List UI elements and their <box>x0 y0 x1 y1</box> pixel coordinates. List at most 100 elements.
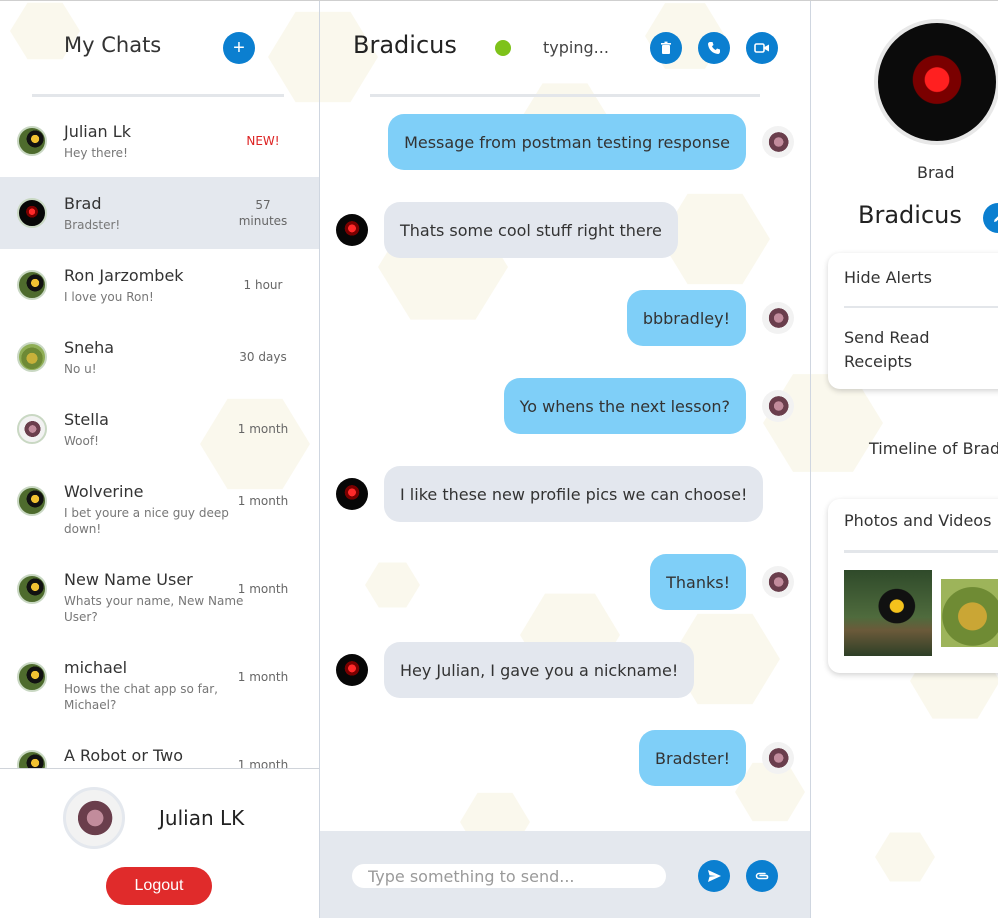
chat-preview: I bet youre a nice guy deep down! <box>64 506 229 536</box>
logout-button[interactable]: Logout <box>106 867 212 905</box>
chat-time: 1 month <box>237 494 289 508</box>
divider <box>32 94 284 97</box>
edit-nickname-button[interactable] <box>983 203 998 233</box>
pencil-icon <box>994 216 998 222</box>
current-user-name: Julian LK <box>159 806 245 830</box>
chat-list-item[interactable]: Sneha No u! 30 days <box>0 321 319 393</box>
chat-name: A Robot or Two <box>64 746 183 765</box>
trash-icon <box>661 41 671 54</box>
profile-nickname: Bradicus <box>858 201 962 229</box>
incoming-message: Hey Julian, I gave you a nickname! <box>384 642 695 698</box>
divider <box>370 94 760 97</box>
avatar <box>17 342 47 372</box>
avatar <box>762 566 794 598</box>
sidebar-title: My Chats <box>64 33 162 57</box>
conversation-panel: Bradicus typing... Message from postman … <box>320 1 810 918</box>
chat-list-item-active[interactable]: Brad Bradster! 57 minutes <box>0 177 319 249</box>
chat-name: Sneha <box>64 338 115 357</box>
profile-avatar <box>874 19 998 145</box>
avatar <box>762 126 794 158</box>
chat-time: 1 month <box>237 670 289 684</box>
chat-sidebar: My Chats + Julian Lk Hey there! NEW! Bra… <box>0 1 319 918</box>
typing-indicator: typing... <box>543 38 609 57</box>
sidebar-header: My Chats + <box>0 1 319 97</box>
settings-card: Hide Alerts Send Read Receipts <box>828 253 998 389</box>
divider <box>844 306 998 308</box>
read-receipts-label: Send Read Receipts <box>844 328 930 371</box>
avatar <box>762 302 794 334</box>
incoming-message: I like these new profile pics we can cho… <box>384 466 764 522</box>
timeline-link[interactable]: Timeline of Brad <box>869 439 998 458</box>
outgoing-message: Yo whens the next lesson? <box>503 378 746 434</box>
video-call-button[interactable] <box>746 32 778 64</box>
chat-time: 57 minutes <box>238 198 288 228</box>
chat-list-item[interactable]: Wolverine I bet youre a nice guy deep do… <box>0 465 319 553</box>
outgoing-message: Thanks! <box>650 554 746 610</box>
media-thumbnail[interactable] <box>844 570 932 656</box>
send-icon <box>707 870 721 882</box>
chat-preview: Hows the chat app so far, Michael? <box>64 682 218 712</box>
send-button[interactable] <box>698 860 730 892</box>
avatar <box>17 414 47 444</box>
chat-list-item[interactable]: Julian Lk Hey there! NEW! <box>0 105 319 177</box>
avatar <box>17 270 47 300</box>
media-title: Photos and Videos <box>844 511 992 530</box>
avatar <box>17 486 47 516</box>
avatar <box>762 390 794 422</box>
chat-list-item[interactable]: A Robot or Two 1 month <box>0 729 319 768</box>
outgoing-message: Bradster! <box>639 730 746 786</box>
chat-preview: No u! <box>64 362 97 376</box>
delete-chat-button[interactable] <box>650 32 682 64</box>
divider <box>844 550 998 553</box>
chat-time: 30 days <box>239 350 287 364</box>
outgoing-message: bbbradley! <box>626 290 746 346</box>
chat-preview: Hey there! <box>64 146 128 160</box>
chat-name: Julian Lk <box>64 122 131 141</box>
avatar <box>17 126 47 156</box>
attach-icon <box>755 872 769 880</box>
chat-preview: Bradster! <box>64 218 121 232</box>
chat-preview: Woof! <box>64 434 99 448</box>
online-status-dot <box>495 40 511 56</box>
message-composer <box>320 831 810 918</box>
hide-alerts-label: Hide Alerts <box>844 268 932 287</box>
chat-name: Wolverine <box>64 482 144 501</box>
chat-list-item[interactable]: michael Hows the chat app so far, Michae… <box>0 641 319 729</box>
avatar <box>336 214 368 246</box>
media-card: Photos and Videos <box>828 499 998 673</box>
chat-name: Brad <box>64 194 102 213</box>
chat-list-item[interactable]: Ron Jarzombek I love you Ron! 1 hour <box>0 249 319 321</box>
user-avatar[interactable] <box>63 787 125 849</box>
chat-list: Julian Lk Hey there! NEW! Brad Bradster!… <box>0 105 319 768</box>
new-chat-button[interactable]: + <box>223 32 255 64</box>
chat-time: 1 month <box>237 582 289 596</box>
avatar <box>336 478 368 510</box>
avatar <box>17 574 47 604</box>
profile-username: Brad <box>917 163 955 182</box>
chat-time: 1 month <box>237 758 289 768</box>
chat-list-item[interactable]: Stella Woof! 1 month <box>0 393 319 465</box>
incoming-message: Thats some cool stuff right there <box>384 202 678 258</box>
attach-button[interactable] <box>746 860 778 892</box>
avatar <box>762 742 794 774</box>
chat-name: Stella <box>64 410 109 429</box>
message-input[interactable] <box>352 864 666 888</box>
chat-time: 1 month <box>237 422 289 436</box>
avatar <box>17 750 47 768</box>
chat-name: michael <box>64 658 128 677</box>
chat-preview: Whats your name, New Name User? <box>64 594 244 624</box>
avatar <box>17 662 47 692</box>
media-thumbnail[interactable] <box>941 579 998 647</box>
chat-time: 1 hour <box>243 278 283 292</box>
profile-panel: Brad Bradicus Hide Alerts Send Read Rece… <box>811 1 998 918</box>
video-icon <box>754 43 769 53</box>
current-user-panel: Julian LK Logout <box>0 768 319 918</box>
chat-preview: I love you Ron! <box>64 290 154 304</box>
chat-name: Ron Jarzombek <box>64 266 184 285</box>
chat-list-item[interactable]: New Name User Whats your name, New Name … <box>0 553 319 641</box>
phone-icon <box>708 42 720 54</box>
chat-name: New Name User <box>64 570 193 589</box>
conversation-title: Bradicus <box>353 31 457 59</box>
chat-app: My Chats + Julian Lk Hey there! NEW! Bra… <box>0 0 998 918</box>
voice-call-button[interactable] <box>698 32 730 64</box>
